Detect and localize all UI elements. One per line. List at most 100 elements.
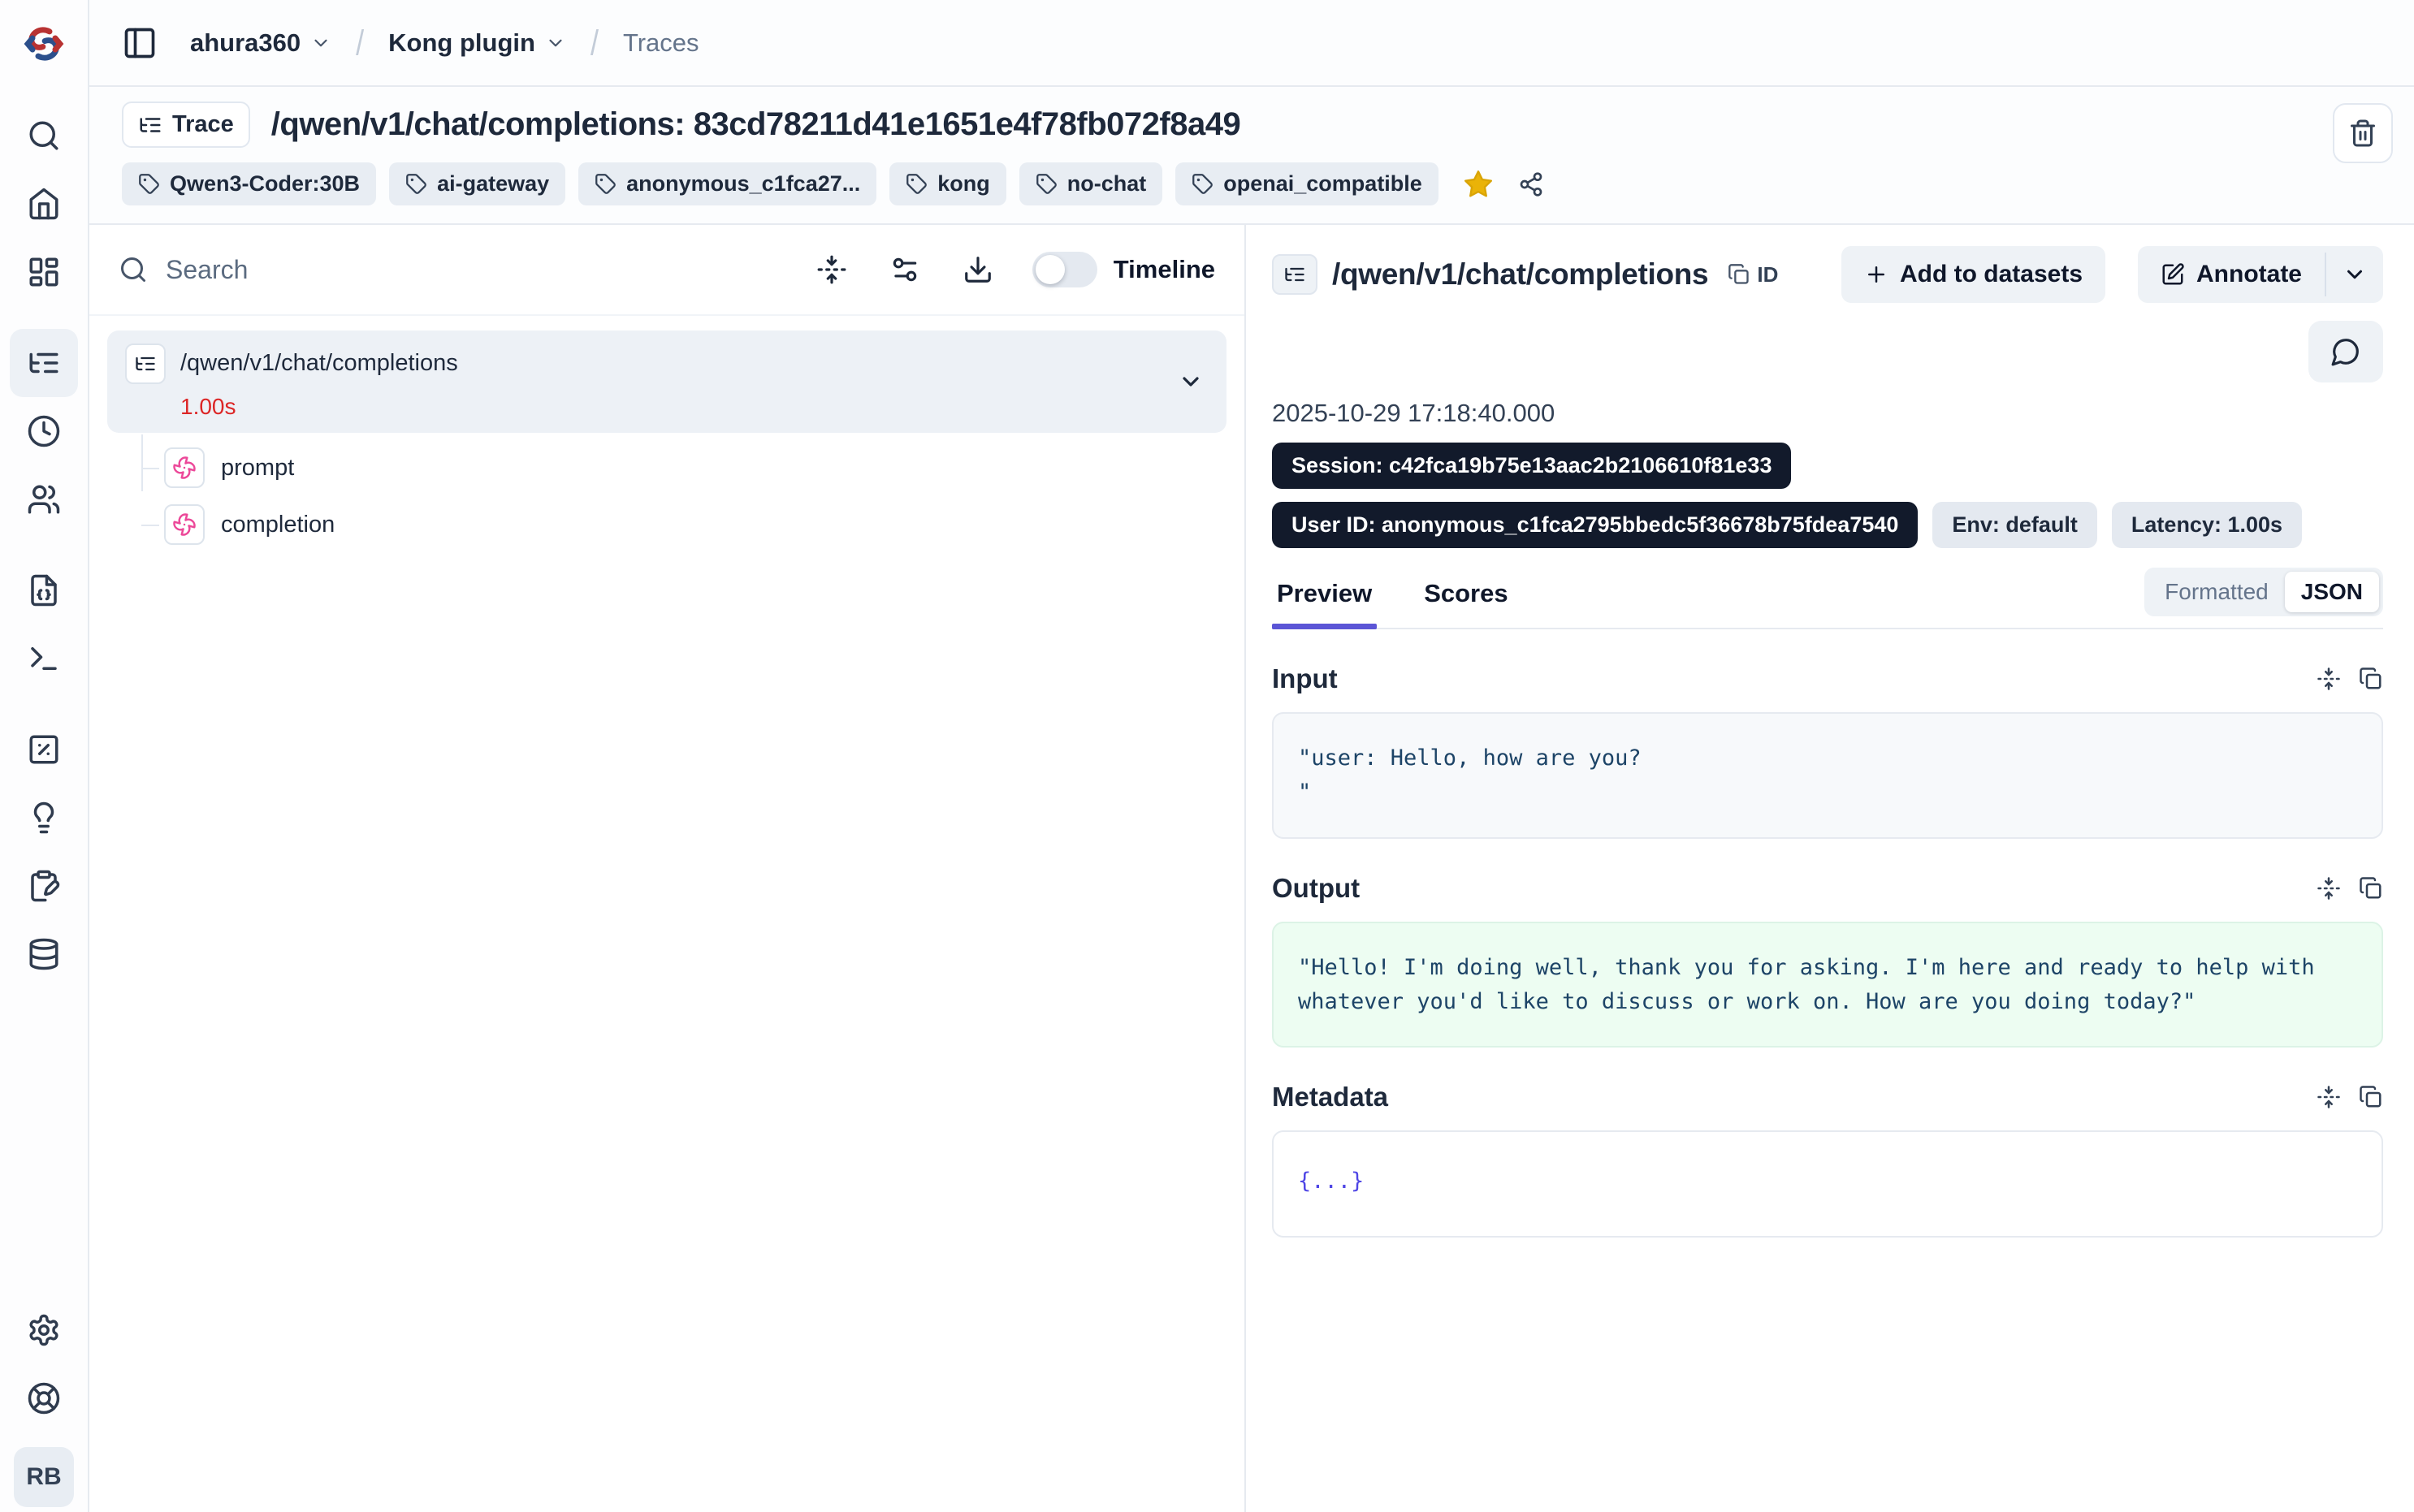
copy-id-button[interactable]: ID <box>1728 262 1778 287</box>
nav-home[interactable] <box>10 170 78 238</box>
percent-square-icon <box>27 732 61 767</box>
tree-node-completion[interactable]: completion <box>164 496 1226 553</box>
tab-preview[interactable]: Preview <box>1272 579 1377 628</box>
comments-button[interactable] <box>2308 321 2383 382</box>
copy-icon[interactable] <box>2359 667 2383 691</box>
format-option-json[interactable]: JSON <box>2285 572 2379 612</box>
tag-chip[interactable]: anonymous_c1fca27... <box>578 162 876 205</box>
trace-tree-panel: Timeline /qwen/v1/chat/completions 1.00s <box>89 225 1246 1512</box>
add-to-datasets-button[interactable]: Add to datasets <box>1841 246 2105 303</box>
trace-type-badge: Trace <box>122 102 250 148</box>
breadcrumb-page-label: Traces <box>623 28 699 58</box>
session-badge[interactable]: Session: c42fca19b75e13aac2b2106610f81e3… <box>1272 443 1791 489</box>
nav-users[interactable] <box>10 465 78 534</box>
output-heading: Output <box>1272 873 1360 904</box>
tag-label: Qwen3-Coder:30B <box>170 171 360 197</box>
nav-support[interactable] <box>10 1364 78 1432</box>
annotate-button[interactable]: Annotate <box>2138 246 2325 303</box>
download-icon[interactable] <box>963 254 993 285</box>
nav-annotation[interactable] <box>10 852 78 920</box>
output-content: "Hello! I'm doing well, thank you for as… <box>1272 922 2383 1048</box>
trace-timestamp: 2025-10-29 17:18:40.000 <box>1272 399 2383 428</box>
app-root: RB ahura360 / Kong plugin / Traces <box>0 0 2414 1512</box>
tag-chip[interactable]: ai-gateway <box>389 162 565 205</box>
tag-icon <box>595 173 616 195</box>
file-json-icon <box>27 573 61 607</box>
nav-search[interactable] <box>10 102 78 170</box>
trace-detail-panel: /qwen/v1/chat/completions ID Add to data… <box>1246 225 2414 1512</box>
metadata-content[interactable]: {...} <box>1272 1130 2383 1238</box>
user-id-badge[interactable]: User ID: anonymous_c1fca2795bbedc5f36678… <box>1272 502 1918 548</box>
tree-node-label: completion <box>221 512 335 538</box>
tag-label: kong <box>937 171 990 197</box>
search-input[interactable] <box>166 255 774 285</box>
tree-node-label: prompt <box>221 455 294 482</box>
tag-icon <box>906 173 928 195</box>
breadcrumb-project[interactable]: ahura360 <box>190 28 331 58</box>
tag-chip[interactable]: kong <box>889 162 1006 205</box>
breadcrumb-environment[interactable]: Kong plugin <box>388 28 566 58</box>
tag-chip[interactable]: openai_compatible <box>1175 162 1438 205</box>
delete-trace-button[interactable] <box>2333 103 2393 163</box>
add-to-datasets-label: Add to datasets <box>1900 261 2083 288</box>
tree-root-duration: 1.00s <box>180 394 1209 420</box>
terminal-icon <box>27 642 61 676</box>
tag-chip[interactable]: no-chat <box>1019 162 1163 205</box>
share-button[interactable] <box>1518 171 1544 197</box>
nav-insights[interactable] <box>10 784 78 852</box>
collapse-chevron[interactable] <box>1178 369 1204 395</box>
nav-evaluation[interactable] <box>10 715 78 784</box>
home-icon <box>27 187 61 221</box>
detail-tabs: Preview Scores Formatted JSON <box>1272 579 2383 629</box>
list-tree-icon <box>1283 263 1306 286</box>
page-title: /qwen/v1/chat/completions: 83cd78211d41e… <box>271 106 1240 143</box>
tree-node-prompt[interactable]: prompt <box>164 439 1226 496</box>
annotate-dropdown-button[interactable] <box>2326 246 2383 303</box>
app-logo[interactable] <box>21 0 67 87</box>
nav-playground[interactable] <box>10 624 78 693</box>
nav-datasets[interactable] <box>10 920 78 988</box>
nav-prompts[interactable] <box>10 556 78 624</box>
tag-chip[interactable]: Qwen3-Coder:30B <box>122 162 376 205</box>
annotate-split-button: Annotate <box>2138 246 2383 303</box>
trace-node-badge <box>1272 254 1317 295</box>
tree-root-node[interactable]: /qwen/v1/chat/completions 1.00s <box>107 330 1226 433</box>
comment-row <box>1272 321 2383 382</box>
panel-left-icon <box>122 25 158 61</box>
input-heading: Input <box>1272 663 1338 694</box>
timeline-toggle[interactable] <box>1032 252 1097 287</box>
topbar: ahura360 / Kong plugin / Traces <box>89 0 2414 87</box>
tab-scores[interactable]: Scores <box>1419 579 1512 628</box>
output-section: Output "Hello! I'm doing well, thank you… <box>1272 873 2383 1048</box>
search-icon <box>119 255 148 284</box>
fan-event-icon <box>172 512 197 537</box>
tag-label: ai-gateway <box>437 171 549 197</box>
trace-type-label: Trace <box>172 111 234 138</box>
breadcrumb-page[interactable]: Traces <box>623 28 699 58</box>
copy-icon[interactable] <box>2359 1085 2383 1109</box>
bookmark-star-button[interactable] <box>1463 169 1494 200</box>
tag-icon <box>1036 173 1058 195</box>
icon-rail: RB <box>0 0 89 1512</box>
fold-vertical-icon[interactable] <box>2317 876 2341 901</box>
tree-root-title: /qwen/v1/chat/completions <box>180 343 458 377</box>
nav-dashboards[interactable] <box>10 238 78 306</box>
format-option-formatted[interactable]: Formatted <box>2148 572 2285 612</box>
trace-title-row: Trace /qwen/v1/chat/completions: 83cd782… <box>122 102 2382 148</box>
copy-icon <box>1728 263 1750 286</box>
view-settings-icon[interactable] <box>889 254 920 285</box>
list-tree-icon <box>138 113 162 137</box>
nav-settings[interactable] <box>10 1296 78 1364</box>
user-avatar[interactable]: RB <box>14 1447 74 1507</box>
sidebar-toggle-button[interactable] <box>122 25 158 61</box>
fold-vertical-icon[interactable] <box>2317 667 2341 691</box>
fold-vertical-icon[interactable] <box>2317 1085 2341 1109</box>
users-icon <box>27 482 61 516</box>
nav-sessions[interactable] <box>10 397 78 465</box>
fold-vertical-icon[interactable] <box>816 254 847 285</box>
fan-event-icon <box>172 456 197 480</box>
nav-tracing[interactable] <box>10 329 78 397</box>
tag-label: no-chat <box>1067 171 1147 197</box>
copy-icon[interactable] <box>2359 876 2383 901</box>
input-content: "user: Hello, how are you? " <box>1272 712 2383 839</box>
